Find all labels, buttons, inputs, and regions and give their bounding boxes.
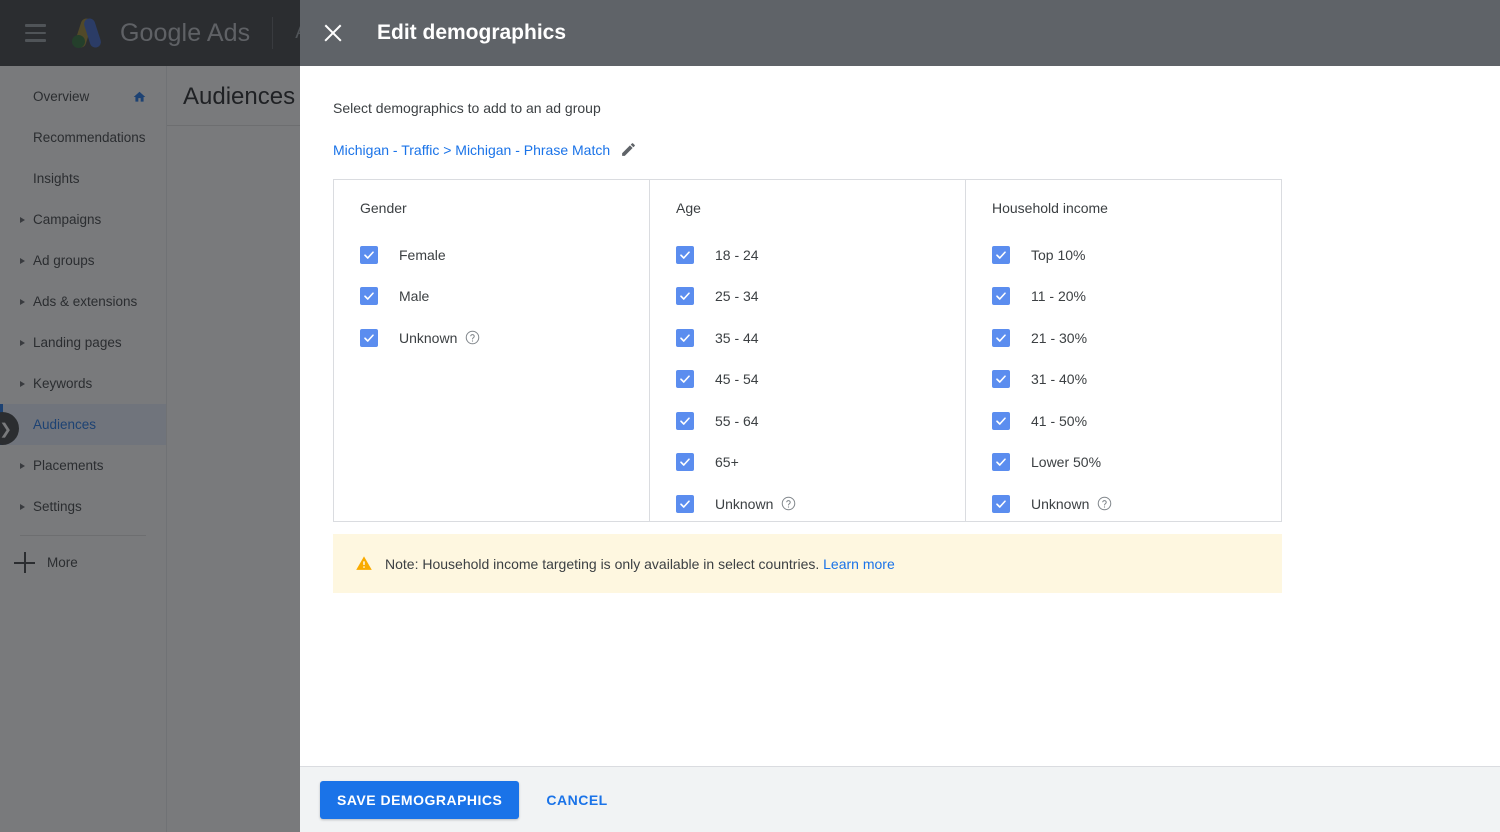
checkbox-row[interactable]: Female xyxy=(360,234,649,276)
checkbox[interactable] xyxy=(676,453,694,472)
checkbox[interactable] xyxy=(992,328,1010,347)
checkbox[interactable] xyxy=(992,245,1010,264)
checkbox[interactable] xyxy=(992,287,1010,306)
close-icon[interactable] xyxy=(318,18,348,48)
checkbox[interactable] xyxy=(676,245,694,264)
checkbox[interactable] xyxy=(992,411,1010,430)
checkbox[interactable] xyxy=(360,328,378,347)
checkbox[interactable] xyxy=(992,370,1010,389)
save-demographics-button[interactable]: SAVE DEMOGRAPHICS xyxy=(320,780,520,819)
checkbox-label: Unknown xyxy=(715,495,774,512)
checkbox-row[interactable]: 55 - 64 xyxy=(676,400,965,442)
breadcrumb-link[interactable]: Michigan - Traffic > Michigan - Phrase M… xyxy=(333,142,610,158)
help-icon[interactable] xyxy=(1097,496,1112,511)
checkbox-row[interactable]: 65+ xyxy=(676,442,965,484)
checkbox-row[interactable]: Unknown xyxy=(676,483,965,525)
note-text: Note: Household income targeting is only… xyxy=(385,556,895,572)
checkbox-label: 45 - 54 xyxy=(715,371,759,388)
checkbox-row[interactable]: 25 - 34 xyxy=(676,276,965,318)
demographics-column-age: Age 18 - 24 25 - 34 35 - 44 45 - 54 55 - 64 65… xyxy=(650,180,966,521)
checkbox-row[interactable]: 41 - 50% xyxy=(992,400,1281,442)
checkbox-label: 55 - 64 xyxy=(715,412,759,429)
checkbox-row[interactable]: 45 - 54 xyxy=(676,359,965,401)
checkbox-row[interactable]: 11 - 20% xyxy=(992,276,1281,318)
checkbox[interactable] xyxy=(992,453,1010,472)
checkbox-label: 41 - 50% xyxy=(1031,412,1088,429)
checkbox-row[interactable]: Unknown xyxy=(992,483,1281,525)
checkbox-label: 25 - 34 xyxy=(715,288,759,305)
cancel-button[interactable]: CANCEL xyxy=(538,781,615,819)
pencil-icon[interactable] xyxy=(620,141,637,158)
dialog-body: Select demographics to add to an ad grou… xyxy=(300,66,1500,766)
dialog-header: Edit demographics xyxy=(300,0,1500,66)
column-title: Household income xyxy=(992,200,1108,216)
checkbox-row[interactable]: 35 - 44 xyxy=(676,317,965,359)
checkbox-row[interactable]: Unknown xyxy=(360,317,649,359)
checkbox-label: 21 - 30% xyxy=(1031,329,1088,346)
demographics-column-household-income: Household income Top 10% 11 - 20% 21 - 30% 3… xyxy=(966,180,1281,521)
dialog-footer: SAVE DEMOGRAPHICS CANCEL xyxy=(300,766,1500,832)
note-message: Note: Household income targeting is only… xyxy=(385,555,820,572)
checkbox[interactable] xyxy=(676,287,694,306)
checkbox-label: 65+ xyxy=(715,454,739,471)
dialog-title: Edit demographics xyxy=(377,21,567,44)
learn-more-link[interactable]: Learn more xyxy=(823,556,895,572)
checkbox[interactable] xyxy=(992,494,1010,513)
checkbox-label: 31 - 40% xyxy=(1031,371,1088,388)
checkbox-label: 11 - 20% xyxy=(1031,288,1086,305)
help-icon[interactable] xyxy=(781,496,796,511)
checkbox-row[interactable]: Male xyxy=(360,276,649,318)
note-banner: Note: Household income targeting is only… xyxy=(333,534,1282,593)
checkbox[interactable] xyxy=(676,494,694,513)
edit-demographics-dialog: Edit demographics Select demographics to… xyxy=(300,0,1500,832)
checkbox-row[interactable]: 21 - 30% xyxy=(992,317,1281,359)
dialog-subtitle: Select demographics to add to an ad grou… xyxy=(333,100,601,116)
checkbox-label: Top 10% xyxy=(1031,246,1086,263)
checkbox-label: 35 - 44 xyxy=(715,329,759,346)
checkbox-label: Lower 50% xyxy=(1031,454,1102,471)
checkbox[interactable] xyxy=(360,245,378,264)
checkbox[interactable] xyxy=(676,411,694,430)
checkbox-label: 18 - 24 xyxy=(715,246,759,263)
checkbox-row[interactable]: 31 - 40% xyxy=(992,359,1281,401)
demographics-grid: Gender Female Male Unknown Age 18 - 24 25 - 34… xyxy=(333,179,1282,522)
column-title: Age xyxy=(676,200,701,216)
checkbox-row[interactable]: Top 10% xyxy=(992,234,1281,276)
app-root: Google Ads All OverviewRecommendationsIn… xyxy=(0,0,1500,832)
breadcrumb: Michigan - Traffic > Michigan - Phrase M… xyxy=(333,141,1467,158)
checkbox-label: Unknown xyxy=(1031,495,1090,512)
column-title: Gender xyxy=(360,200,407,216)
checkbox[interactable] xyxy=(360,287,378,306)
checkbox-row[interactable]: Lower 50% xyxy=(992,442,1281,484)
checkbox-label: Male xyxy=(399,288,430,305)
checkbox-row[interactable]: 18 - 24 xyxy=(676,234,965,276)
demographics-column-gender: Gender Female Male Unknown xyxy=(334,180,650,521)
checkbox[interactable] xyxy=(676,370,694,389)
checkbox-label: Female xyxy=(399,246,446,263)
checkbox[interactable] xyxy=(676,328,694,347)
checkbox-label: Unknown xyxy=(399,329,458,346)
help-icon[interactable] xyxy=(465,330,480,345)
warning-triangle-icon xyxy=(356,556,372,570)
